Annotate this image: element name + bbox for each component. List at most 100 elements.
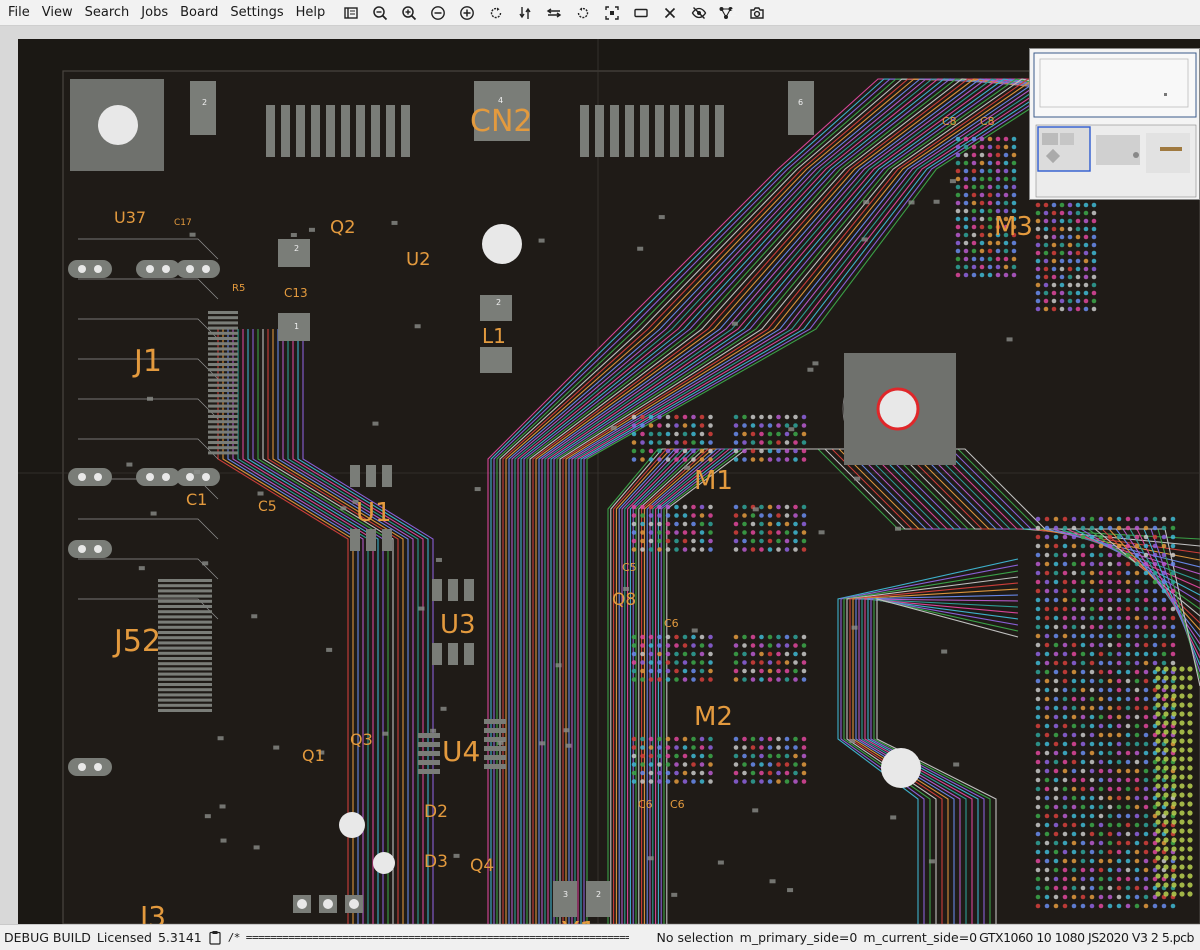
fit-board-icon[interactable] bbox=[626, 1, 655, 25]
bga-ball bbox=[1187, 729, 1193, 735]
bga-ball bbox=[1062, 678, 1068, 684]
bga-ball bbox=[1170, 534, 1176, 540]
bga-ball bbox=[657, 457, 662, 462]
layers-icon[interactable] bbox=[336, 1, 365, 25]
bga-ball bbox=[1143, 651, 1149, 657]
bga-ball bbox=[1062, 804, 1068, 810]
menu-file[interactable]: File bbox=[0, 0, 36, 26]
bga-ball bbox=[1044, 597, 1050, 603]
bga-ball bbox=[1170, 570, 1176, 576]
bga-ball bbox=[1134, 732, 1140, 738]
bga-ball bbox=[1043, 282, 1049, 288]
zoom-out-icon[interactable] bbox=[365, 1, 394, 25]
bga-ball bbox=[1035, 534, 1041, 540]
bga-ball bbox=[1067, 266, 1073, 272]
bga-ball bbox=[682, 668, 688, 674]
bga-ball bbox=[1035, 759, 1041, 765]
zoom-minus-icon[interactable] bbox=[423, 1, 452, 25]
bga-ball bbox=[1107, 813, 1113, 819]
bga-ball bbox=[1044, 687, 1050, 693]
bga-ball bbox=[1062, 858, 1068, 864]
bga-ball bbox=[1035, 777, 1041, 783]
bga-ball bbox=[971, 264, 977, 270]
screenshot-icon[interactable] bbox=[742, 1, 771, 25]
bga-ball bbox=[665, 634, 671, 640]
bga-ball bbox=[1107, 561, 1113, 567]
fit-selection-icon[interactable] bbox=[597, 1, 626, 25]
bga-ball bbox=[1163, 666, 1169, 672]
pcb-drawing[interactable]: 124621232 CN2U37C17Q2U2C13R5L1J1M1M3C8C8… bbox=[18, 39, 1200, 948]
bga-ball bbox=[1043, 290, 1049, 296]
bga-ball bbox=[699, 736, 705, 742]
menu-view[interactable]: View bbox=[36, 0, 79, 26]
rotate-right-icon[interactable] bbox=[568, 1, 597, 25]
bga-ball bbox=[742, 538, 747, 544]
bga-ball bbox=[1080, 714, 1086, 720]
zoom-in-icon[interactable] bbox=[394, 1, 423, 25]
bga-ball bbox=[1161, 570, 1167, 576]
bga-ball bbox=[1098, 741, 1104, 747]
board-viewport[interactable]: 124621232 CN2U37C17Q2U2C13R5L1J1M1M3C8C8… bbox=[0, 26, 1200, 948]
bga-ball bbox=[708, 677, 713, 682]
connector-pad bbox=[208, 441, 238, 444]
component-label: J1 bbox=[132, 344, 162, 379]
bga-ball bbox=[1071, 840, 1077, 846]
bga-ball bbox=[1187, 855, 1193, 861]
bga-ball bbox=[1089, 768, 1095, 774]
menu-board[interactable]: Board bbox=[174, 0, 224, 26]
flip-horizontal-icon[interactable] bbox=[539, 1, 568, 25]
bga-ball bbox=[1152, 579, 1158, 585]
bga-ball bbox=[1035, 561, 1041, 567]
bga-ball bbox=[691, 538, 696, 544]
clear-icon[interactable] bbox=[655, 1, 684, 25]
passive-pad bbox=[189, 232, 196, 237]
bga-ball bbox=[1067, 218, 1073, 224]
bga-ball bbox=[1091, 266, 1097, 272]
board-minimap[interactable] bbox=[1029, 48, 1200, 200]
menu-jobs[interactable]: Jobs bbox=[135, 0, 174, 26]
bga-ball bbox=[759, 538, 764, 544]
bga-ball bbox=[759, 745, 764, 750]
bga-ball bbox=[1179, 810, 1185, 816]
bga-ball bbox=[648, 643, 654, 648]
menu-help[interactable]: Help bbox=[290, 0, 332, 26]
pcb-canvas[interactable]: 124621232 CN2U37C17Q2U2C13R5L1J1M1M3C8C8… bbox=[18, 39, 1200, 948]
bga-ball bbox=[801, 431, 807, 437]
bga-ball bbox=[1043, 250, 1049, 256]
clipboard-icon[interactable] bbox=[208, 930, 222, 945]
script-console[interactable]: /* =====================================… bbox=[228, 931, 629, 944]
bga-ball bbox=[699, 448, 705, 454]
menu-search[interactable]: Search bbox=[79, 0, 136, 26]
passive-pad bbox=[637, 246, 644, 251]
bga-ball bbox=[784, 770, 790, 776]
rotate-left-icon[interactable] bbox=[481, 1, 510, 25]
bga-ball bbox=[708, 770, 713, 776]
connector-pad bbox=[208, 347, 238, 351]
nets-icon[interactable]: 2 bbox=[713, 1, 742, 25]
bga-ball bbox=[1044, 903, 1050, 909]
primary-side-status: m_primary_side=0 bbox=[739, 930, 858, 945]
bga-ball bbox=[674, 448, 679, 454]
bga-ball bbox=[1053, 588, 1059, 594]
bga-ball bbox=[1062, 867, 1068, 873]
bga-ball bbox=[665, 660, 671, 665]
bga-ball bbox=[1163, 675, 1169, 681]
bga-ball bbox=[742, 414, 747, 420]
bga-ball bbox=[674, 504, 679, 510]
menu-settings[interactable]: Settings bbox=[224, 0, 289, 26]
bga-ball bbox=[1075, 306, 1081, 312]
bga-ball bbox=[1179, 891, 1185, 897]
bga-ball bbox=[699, 547, 705, 552]
bga-ball bbox=[1044, 813, 1050, 819]
bga-ball bbox=[1155, 693, 1161, 699]
bga-ball bbox=[963, 256, 969, 262]
bga-ball bbox=[1134, 669, 1140, 675]
bga-ball bbox=[1071, 795, 1077, 801]
bga-ball bbox=[674, 457, 679, 462]
zoom-plus-icon[interactable] bbox=[452, 1, 481, 25]
bga-ball bbox=[1152, 597, 1158, 603]
hide-icon[interactable] bbox=[684, 1, 713, 25]
bga-ball bbox=[1155, 783, 1161, 789]
flip-vertical-icon[interactable] bbox=[510, 1, 539, 25]
bga-ball bbox=[1107, 804, 1113, 810]
